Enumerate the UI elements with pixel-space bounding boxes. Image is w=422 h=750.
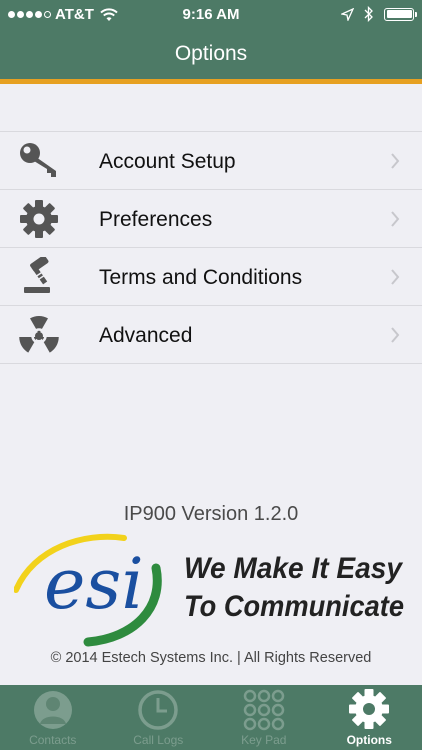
tab-options[interactable]: Options	[317, 685, 422, 750]
tab-label: Key Pad	[241, 733, 287, 747]
tab-label: Contacts	[29, 733, 77, 747]
chevron-right-icon	[391, 269, 400, 285]
menu-item-label: Account Setup	[99, 150, 236, 173]
app-version: IP900 Version 1.2.0	[123, 503, 299, 525]
menu-item-terms-and-conditions[interactable]: Terms and Conditions	[0, 248, 422, 306]
key-icon	[20, 143, 56, 177]
esi-logo: esi We Make It Easy To Communicate	[14, 533, 404, 647]
location-arrow-icon	[341, 7, 354, 21]
tagline-line2: To Communicate	[184, 590, 404, 623]
chevron-right-icon	[391, 327, 400, 343]
accent-divider	[0, 79, 422, 84]
tab-label: Options	[346, 733, 392, 747]
header: AT&T 9:16 AM Options	[0, 0, 422, 84]
menu-item-label: Preferences	[99, 208, 213, 231]
logo-text: esi	[44, 543, 144, 625]
chevron-right-icon	[391, 153, 400, 169]
options-menu: Account Setup Preferences Terms and Cond…	[0, 131, 422, 364]
bluetooth-icon	[364, 6, 373, 22]
tagline-line1: We Make It Easy	[184, 552, 403, 585]
battery-level	[386, 10, 412, 18]
status-right	[341, 6, 417, 22]
page-title: Options	[174, 42, 248, 65]
menu-item-account-setup[interactable]: Account Setup	[0, 132, 422, 190]
keypad-icon	[243, 689, 284, 731]
radiation-icon	[19, 315, 59, 353]
battery-icon	[384, 7, 417, 21]
menu-item-preferences[interactable]: Preferences	[0, 190, 422, 248]
gear-icon	[20, 200, 58, 238]
copyright-text: © 2014 Estech Systems Inc. | All Rights …	[50, 650, 372, 666]
contact-icon	[33, 691, 72, 729]
tab-label: Call Logs	[133, 733, 184, 747]
tab-call-logs[interactable]: Call Logs	[106, 685, 212, 750]
tab-bar: Contacts Call Logs Key Pad Options	[0, 685, 422, 750]
gear-icon	[349, 689, 390, 729]
clock-icon	[138, 690, 178, 730]
chevron-right-icon	[391, 211, 400, 227]
menu-item-advanced[interactable]: Advanced	[0, 306, 422, 364]
tab-contacts[interactable]: Contacts	[0, 685, 106, 750]
tab-key-pad[interactable]: Key Pad	[211, 685, 317, 750]
status-bar: AT&T 9:16 AM	[0, 0, 422, 30]
gavel-icon	[24, 257, 50, 293]
menu-item-label: Advanced	[99, 324, 193, 347]
menu-item-label: Terms and Conditions	[99, 266, 303, 289]
